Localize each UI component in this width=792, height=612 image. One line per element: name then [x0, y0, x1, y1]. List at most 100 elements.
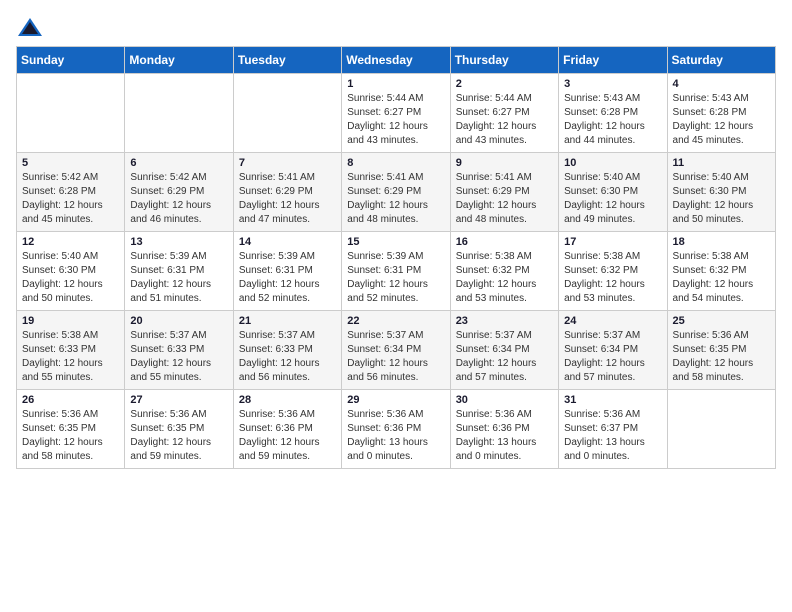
- day-number: 11: [673, 157, 770, 169]
- day-of-week-header: Sunday: [17, 47, 125, 74]
- day-number: 20: [130, 315, 227, 327]
- day-number: 23: [456, 315, 553, 327]
- calendar-cell: [667, 390, 775, 469]
- day-number: 7: [239, 157, 336, 169]
- day-number: 18: [673, 236, 770, 248]
- calendar-cell: 25 Sunrise: 5:36 AM Sunset: 6:35 PM Dayli…: [667, 311, 775, 390]
- calendar-cell: 24Sunrise: 5:37 AM Sunset: 6:34 PM Dayli…: [559, 311, 667, 390]
- day-number: 12: [22, 236, 119, 248]
- day-number: 9: [456, 157, 553, 169]
- day-of-week-header: Monday: [125, 47, 233, 74]
- calendar-cell: 6 Sunrise: 5:42 AM Sunset: 6:29 PM Daylig…: [125, 153, 233, 232]
- day-number: 1: [347, 78, 444, 90]
- day-info: Sunrise: 5:42 AM Sunset: 6:29 PM Dayligh…: [130, 171, 227, 227]
- calendar-header-row: SundayMondayTuesdayWednesdayThursdayFrid…: [17, 47, 776, 74]
- day-number: 2: [456, 78, 553, 90]
- day-number: 3: [564, 78, 661, 90]
- calendar-cell: 10Sunrise: 5:40 AM Sunset: 6:30 PM Dayli…: [559, 153, 667, 232]
- calendar-cell: 27 Sunrise: 5:36 AM Sunset: 6:35 PM Dayli…: [125, 390, 233, 469]
- page-header: [16, 16, 776, 38]
- day-info: Sunrise: 5:41 AM Sunset: 6:29 PM Dayligh…: [456, 171, 553, 227]
- day-number: 31: [564, 394, 661, 406]
- calendar-week-row: 5 Sunrise: 5:42 AM Sunset: 6:28 PM Daylig…: [17, 153, 776, 232]
- calendar-cell: [233, 74, 341, 153]
- day-number: 27: [130, 394, 227, 406]
- day-number: 29: [347, 394, 444, 406]
- calendar-cell: 14 Sunrise: 5:39 AM Sunset: 6:31 PM Dayli…: [233, 232, 341, 311]
- day-info: Sunrise: 5:39 AM Sunset: 6:31 PM Dayligh…: [239, 250, 336, 306]
- calendar-cell: 18 Sunrise: 5:38 AM Sunset: 6:32 PM Dayli…: [667, 232, 775, 311]
- day-info: Sunrise: 5:36 AM Sunset: 6:35 PM Dayligh…: [130, 408, 227, 464]
- day-info: Sunrise: 5:41 AM Sunset: 6:29 PM Dayligh…: [239, 171, 336, 227]
- calendar-cell: [125, 74, 233, 153]
- calendar-cell: 15 Sunrise: 5:39 AM Sunset: 6:31 PM Dayli…: [342, 232, 450, 311]
- calendar-cell: 12Sunrise: 5:40 AM Sunset: 6:30 PM Dayli…: [17, 232, 125, 311]
- day-info: Sunrise: 5:37 AM Sunset: 6:33 PM Dayligh…: [130, 329, 227, 385]
- day-info: Sunrise: 5:36 AM Sunset: 6:35 PM Dayligh…: [22, 408, 119, 464]
- day-info: Sunrise: 5:37 AM Sunset: 6:34 PM Dayligh…: [456, 329, 553, 385]
- day-number: 6: [130, 157, 227, 169]
- day-info: Sunrise: 5:38 AM Sunset: 6:32 PM Dayligh…: [673, 250, 770, 306]
- calendar-cell: 3 Sunrise: 5:43 AM Sunset: 6:28 PM Daylig…: [559, 74, 667, 153]
- day-info: Sunrise: 5:42 AM Sunset: 6:28 PM Dayligh…: [22, 171, 119, 227]
- day-number: 8: [347, 157, 444, 169]
- day-info: Sunrise: 5:40 AM Sunset: 6:30 PM Dayligh…: [564, 171, 661, 227]
- calendar-cell: 2 Sunrise: 5:44 AM Sunset: 6:27 PM Daylig…: [450, 74, 558, 153]
- day-of-week-header: Saturday: [667, 47, 775, 74]
- calendar-cell: 16 Sunrise: 5:38 AM Sunset: 6:32 PM Dayli…: [450, 232, 558, 311]
- day-info: Sunrise: 5:38 AM Sunset: 6:33 PM Dayligh…: [22, 329, 119, 385]
- day-of-week-header: Wednesday: [342, 47, 450, 74]
- calendar-cell: 13 Sunrise: 5:39 AM Sunset: 6:31 PM Dayli…: [125, 232, 233, 311]
- day-info: Sunrise: 5:36 AM Sunset: 6:37 PM Dayligh…: [564, 408, 661, 464]
- day-info: Sunrise: 5:36 AM Sunset: 6:36 PM Dayligh…: [239, 408, 336, 464]
- calendar-cell: 22Sunrise: 5:37 AM Sunset: 6:34 PM Dayli…: [342, 311, 450, 390]
- day-number: 17: [564, 236, 661, 248]
- day-info: Sunrise: 5:37 AM Sunset: 6:33 PM Dayligh…: [239, 329, 336, 385]
- calendar-cell: 8 Sunrise: 5:41 AM Sunset: 6:29 PM Daylig…: [342, 153, 450, 232]
- day-number: 25: [673, 315, 770, 327]
- day-number: 21: [239, 315, 336, 327]
- day-number: 13: [130, 236, 227, 248]
- day-info: Sunrise: 5:44 AM Sunset: 6:27 PM Dayligh…: [456, 92, 553, 148]
- day-number: 19: [22, 315, 119, 327]
- calendar-cell: 28 Sunrise: 5:36 AM Sunset: 6:36 PM Dayli…: [233, 390, 341, 469]
- day-number: 30: [456, 394, 553, 406]
- calendar-cell: 1 Sunrise: 5:44 AM Sunset: 6:27 PM Daylig…: [342, 74, 450, 153]
- day-info: Sunrise: 5:36 AM Sunset: 6:36 PM Dayligh…: [456, 408, 553, 464]
- calendar-week-row: 1 Sunrise: 5:44 AM Sunset: 6:27 PM Daylig…: [17, 74, 776, 153]
- day-info: Sunrise: 5:38 AM Sunset: 6:32 PM Dayligh…: [456, 250, 553, 306]
- calendar-cell: 9 Sunrise: 5:41 AM Sunset: 6:29 PM Daylig…: [450, 153, 558, 232]
- day-number: 4: [673, 78, 770, 90]
- calendar-cell: 21 Sunrise: 5:37 AM Sunset: 6:33 PM Dayli…: [233, 311, 341, 390]
- calendar-cell: 4 Sunrise: 5:43 AM Sunset: 6:28 PM Daylig…: [667, 74, 775, 153]
- calendar-cell: 19 Sunrise: 5:38 AM Sunset: 6:33 PM Dayli…: [17, 311, 125, 390]
- day-info: Sunrise: 5:41 AM Sunset: 6:29 PM Dayligh…: [347, 171, 444, 227]
- calendar-cell: 31 Sunrise: 5:36 AM Sunset: 6:37 PM Dayli…: [559, 390, 667, 469]
- day-number: 26: [22, 394, 119, 406]
- calendar-cell: 30 Sunrise: 5:36 AM Sunset: 6:36 PM Dayli…: [450, 390, 558, 469]
- calendar-cell: 26 Sunrise: 5:36 AM Sunset: 6:35 PM Dayli…: [17, 390, 125, 469]
- day-info: Sunrise: 5:40 AM Sunset: 6:30 PM Dayligh…: [673, 171, 770, 227]
- day-number: 28: [239, 394, 336, 406]
- calendar-cell: 11 Sunrise: 5:40 AM Sunset: 6:30 PM Dayli…: [667, 153, 775, 232]
- day-number: 5: [22, 157, 119, 169]
- day-info: Sunrise: 5:43 AM Sunset: 6:28 PM Dayligh…: [564, 92, 661, 148]
- day-number: 15: [347, 236, 444, 248]
- day-info: Sunrise: 5:37 AM Sunset: 6:34 PM Dayligh…: [347, 329, 444, 385]
- day-number: 16: [456, 236, 553, 248]
- day-info: Sunrise: 5:39 AM Sunset: 6:31 PM Dayligh…: [130, 250, 227, 306]
- day-info: Sunrise: 5:36 AM Sunset: 6:35 PM Dayligh…: [673, 329, 770, 385]
- calendar-cell: [17, 74, 125, 153]
- calendar-cell: 29 Sunrise: 5:36 AM Sunset: 6:36 PM Dayli…: [342, 390, 450, 469]
- day-info: Sunrise: 5:43 AM Sunset: 6:28 PM Dayligh…: [673, 92, 770, 148]
- day-number: 14: [239, 236, 336, 248]
- day-info: Sunrise: 5:39 AM Sunset: 6:31 PM Dayligh…: [347, 250, 444, 306]
- day-of-week-header: Friday: [559, 47, 667, 74]
- day-info: Sunrise: 5:44 AM Sunset: 6:27 PM Dayligh…: [347, 92, 444, 148]
- calendar-cell: 23 Sunrise: 5:37 AM Sunset: 6:34 PM Dayli…: [450, 311, 558, 390]
- day-of-week-header: Thursday: [450, 47, 558, 74]
- calendar-week-row: 26 Sunrise: 5:36 AM Sunset: 6:35 PM Dayli…: [17, 390, 776, 469]
- calendar-cell: 20 Sunrise: 5:37 AM Sunset: 6:33 PM Dayli…: [125, 311, 233, 390]
- day-info: Sunrise: 5:36 AM Sunset: 6:36 PM Dayligh…: [347, 408, 444, 464]
- day-info: Sunrise: 5:37 AM Sunset: 6:34 PM Dayligh…: [564, 329, 661, 385]
